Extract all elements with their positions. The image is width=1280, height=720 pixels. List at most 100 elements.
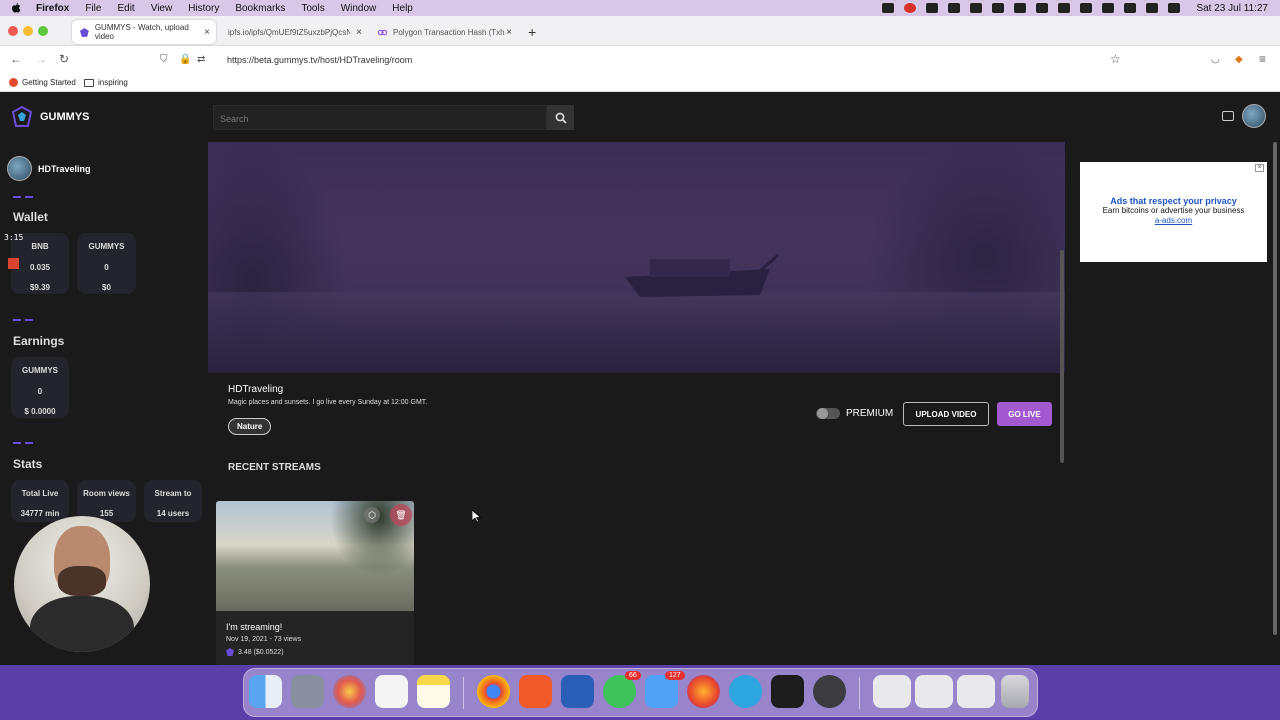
stat-label: Room views: [83, 489, 130, 498]
content-scrollbar[interactable]: [1060, 250, 1064, 463]
menubar-clock[interactable]: Sat 23 Jul 11:27: [1196, 3, 1268, 14]
stream-price-value: 3.48 ($0.0522): [238, 648, 284, 656]
page-scrollbar[interactable]: [1273, 142, 1277, 635]
finder-icon[interactable]: [249, 675, 282, 708]
search-input[interactable]: Search: [213, 105, 547, 130]
firefox-dock-icon[interactable]: [687, 675, 720, 708]
spotlight-search-icon[interactable]: [1124, 3, 1137, 13]
stream-card[interactable]: ⬡ 🗑 I'm streaming! Nov 19, 2021 - 73 vie…: [216, 501, 414, 665]
ad-link[interactable]: a-ads.com: [1080, 216, 1267, 225]
tab-polygon[interactable]: Polygon Transaction Hash (Txha ×: [370, 20, 518, 44]
tab-close-icon[interactable]: ×: [356, 27, 362, 38]
photos-icon[interactable]: [333, 675, 366, 708]
tray-shield-icon[interactable]: [970, 3, 983, 13]
ad-banner[interactable]: × Ads that respect your privacy Earn bit…: [1080, 162, 1267, 262]
back-arrow-icon[interactable]: ←: [10, 52, 22, 66]
tray-play-icon[interactable]: [992, 3, 1005, 13]
wifi-icon[interactable]: [1102, 3, 1115, 13]
quicktime-icon[interactable]: [813, 675, 846, 708]
tab-close-icon[interactable]: ×: [506, 27, 512, 38]
battery-icon[interactable]: [1080, 3, 1093, 13]
webstorm-icon[interactable]: [771, 675, 804, 708]
bookmark-getting-started[interactable]: Getting Started: [9, 78, 76, 87]
minimized-window-2[interactable]: [915, 675, 953, 708]
notes-icon[interactable]: [417, 675, 450, 708]
bookmark-star-icon[interactable]: ☆: [1110, 52, 1121, 66]
stream-title[interactable]: I'm streaming!: [226, 622, 282, 632]
stat-value: 34777 min: [20, 509, 60, 518]
upload-video-button[interactable]: UPLOAD VIDEO: [903, 402, 989, 426]
ad-close-icon[interactable]: ×: [1255, 164, 1264, 172]
cast-icon[interactable]: [1222, 111, 1234, 121]
stop-recording-icon[interactable]: [8, 258, 19, 269]
trash-icon[interactable]: [1001, 675, 1029, 708]
pocket-icon[interactable]: ◡: [1211, 54, 1220, 65]
reminders-icon[interactable]: [375, 675, 408, 708]
url-bar[interactable]: https://beta.gummys.tv/host/HDTraveling/…: [227, 55, 412, 65]
menu-tools[interactable]: Tools: [301, 3, 324, 14]
menu-history[interactable]: History: [188, 3, 219, 14]
minimized-window-1[interactable]: [873, 675, 911, 708]
tab-title: GUMMYS - Watch, upload video: [94, 23, 189, 41]
menu-app-name[interactable]: Firefox: [36, 3, 69, 14]
window-close-button[interactable]: [8, 26, 18, 36]
earnings-card: GUMMYS 0 $ 0.0000: [11, 357, 69, 418]
siri-icon[interactable]: [1168, 3, 1181, 13]
apple-icon[interactable]: [10, 2, 22, 14]
window-zoom-button[interactable]: [38, 26, 48, 36]
word-icon[interactable]: [561, 675, 594, 708]
menu-help[interactable]: Help: [392, 3, 413, 14]
user-avatar[interactable]: [1242, 104, 1266, 128]
menu-bookmarks[interactable]: Bookmarks: [235, 3, 285, 14]
menu-file[interactable]: File: [85, 3, 101, 14]
gummys-favicon-icon: [80, 27, 89, 37]
tray-network-icon[interactable]: [1014, 3, 1027, 13]
delete-trash-icon[interactable]: 🗑: [390, 504, 412, 526]
nft-hexagon-icon[interactable]: ⬡: [364, 507, 380, 523]
tray-gear-icon[interactable]: [882, 3, 895, 13]
search-button[interactable]: [547, 105, 574, 130]
lock-icon[interactable]: 🔒: [179, 54, 191, 65]
reload-icon[interactable]: ↻: [59, 52, 69, 66]
tray-camera-icon[interactable]: [948, 3, 961, 13]
brave-icon[interactable]: [519, 675, 552, 708]
go-live-button[interactable]: GO LIVE: [997, 402, 1052, 426]
premium-toggle[interactable]: PREMIUM: [816, 408, 893, 419]
mouse-cursor-icon: [472, 510, 481, 523]
control-center-icon[interactable]: [1146, 3, 1159, 13]
tab-ipfs[interactable]: ipfs.io/ipfs/QmUEf9tZ5uxzbPjQcsN ×: [220, 20, 368, 44]
new-tab-icon[interactable]: +: [528, 24, 536, 40]
tab-close-icon[interactable]: ×: [204, 27, 210, 38]
bookmark-folder-inspiring[interactable]: inspiring: [84, 78, 128, 87]
forward-arrow-icon[interactable]: →: [35, 52, 47, 66]
menu-hamburger-icon[interactable]: ≡: [1259, 52, 1266, 66]
gummys-logo[interactable]: GUMMYS: [12, 106, 90, 128]
menu-edit[interactable]: Edit: [117, 3, 134, 14]
tag-nature[interactable]: Nature: [228, 418, 272, 435]
stat-label: Stream to: [154, 489, 192, 498]
gummys-token-icon: [226, 648, 234, 656]
launchpad-icon[interactable]: [291, 675, 324, 708]
telegram-icon[interactable]: [729, 675, 762, 708]
sidebar-user[interactable]: HDTraveling: [7, 156, 91, 181]
premium-switch[interactable]: [816, 408, 840, 419]
minimized-window-3[interactable]: [957, 675, 995, 708]
tray-bluetooth-icon[interactable]: [1058, 3, 1071, 13]
chrome-icon[interactable]: [477, 675, 510, 708]
tracking-shield-icon[interactable]: ⛉: [160, 54, 168, 65]
menu-view[interactable]: View: [151, 3, 173, 14]
earnings-usd: $ 0.0000: [24, 407, 56, 416]
browser-tabbar: GUMMYS - Watch, upload video × ipfs.io/i…: [0, 16, 1280, 46]
menu-window[interactable]: Window: [341, 3, 377, 14]
ad-headline[interactable]: Ads that respect your privacy: [1080, 196, 1267, 206]
tray-keyboard-icon[interactable]: [1036, 3, 1049, 13]
bookmark-label: Getting Started: [22, 78, 76, 87]
stream-thumbnail[interactable]: ⬡ 🗑: [216, 501, 414, 611]
tray-notification-icon[interactable]: [904, 3, 917, 13]
tray-app-icon[interactable]: [926, 3, 939, 13]
stream-meta: Nov 19, 2021 - 73 views: [226, 636, 302, 643]
window-minimize-button[interactable]: [23, 26, 33, 36]
permissions-icon[interactable]: ⇄: [197, 54, 205, 65]
metamask-icon[interactable]: ◆: [1235, 54, 1243, 65]
tab-gummys[interactable]: GUMMYS - Watch, upload video ×: [72, 20, 216, 44]
